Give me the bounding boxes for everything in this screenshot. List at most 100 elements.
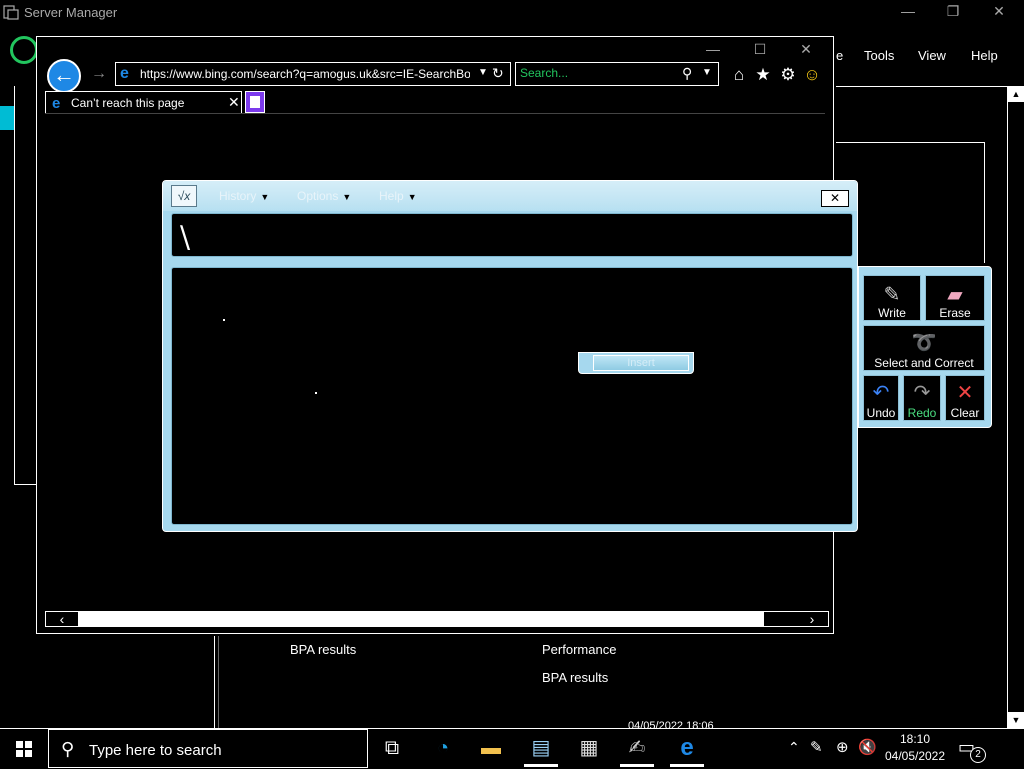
tool-label: Redo bbox=[907, 406, 937, 420]
insert-button-container: Insert bbox=[578, 352, 694, 374]
eraser-icon: ▰ bbox=[947, 284, 963, 306]
scrollbar-thumb[interactable] bbox=[78, 612, 764, 626]
calculator-icon[interactable]: ▦ bbox=[566, 729, 612, 768]
math-input-titlebar: √x History ▼ Options ▼ Help ▼ ✕ bbox=[163, 181, 857, 211]
erase-button[interactable]: ▰ Erase bbox=[925, 275, 985, 321]
divider bbox=[218, 636, 219, 728]
ie-page-icon: e bbox=[52, 95, 61, 112]
new-tab-button[interactable] bbox=[245, 91, 265, 113]
server-manager-icon[interactable]: ▤ bbox=[518, 729, 564, 768]
taskbar: ⚲ Type here to search ⧉ ◔ ▬ ▤ ▦ ✍ e ⌃ ✎ … bbox=[0, 728, 1024, 768]
redo-button[interactable]: ↷ Redo bbox=[903, 375, 941, 421]
menu-label: Help bbox=[379, 189, 404, 203]
chevron-down-icon[interactable]: ▼ bbox=[478, 67, 488, 78]
scroll-down-arrow-icon[interactable]: ▼ bbox=[1008, 712, 1024, 728]
tool-label: Select and Correct bbox=[874, 356, 974, 370]
notification-count-badge: 2 bbox=[970, 747, 986, 763]
close-button[interactable]: ✕ bbox=[796, 41, 816, 58]
favorites-star-icon[interactable]: ★ bbox=[753, 65, 773, 85]
vertical-scrollbar[interactable]: ▲ ▼ bbox=[1007, 86, 1024, 728]
chevron-down-icon: ▼ bbox=[407, 192, 417, 202]
settings-gear-icon[interactable]: ⚙ bbox=[778, 65, 798, 85]
recognized-math-text: \ bbox=[180, 220, 191, 255]
select-and-correct-button[interactable]: ➰ Select and Correct bbox=[863, 325, 985, 371]
close-button[interactable]: ✕ bbox=[989, 3, 1009, 20]
back-arrow-icon[interactable]: ← bbox=[47, 59, 81, 93]
restore-button[interactable]: ❐ bbox=[943, 3, 963, 20]
scroll-left-arrow-icon[interactable]: ‹ bbox=[46, 612, 78, 626]
divider bbox=[45, 113, 825, 114]
search-icon: ⚲ bbox=[61, 739, 75, 759]
math-input-panel: √x History ▼ Options ▼ Help ▼ ✕ \ bbox=[162, 180, 858, 532]
math-input-icon[interactable]: ✍ bbox=[614, 729, 660, 768]
undo-button[interactable]: ↶ Undo bbox=[863, 375, 899, 421]
menu-help[interactable]: Help bbox=[971, 48, 998, 63]
write-button[interactable]: ✎ Write bbox=[863, 275, 921, 321]
menu-history[interactable]: History ▼ bbox=[219, 189, 269, 203]
edge-icon[interactable]: ◔ bbox=[420, 729, 466, 768]
chevron-down-icon: ▼ bbox=[342, 192, 352, 202]
chevron-up-icon[interactable]: ⌃ bbox=[788, 739, 800, 756]
ie-page-icon: e bbox=[120, 65, 129, 82]
dashboard-panel-edge bbox=[14, 86, 37, 485]
horizontal-scrollbar[interactable]: ‹ › bbox=[45, 611, 829, 627]
volume-muted-icon[interactable]: 🔇 bbox=[858, 738, 877, 756]
tile-bpa-results[interactable]: BPA results bbox=[542, 670, 608, 685]
maximize-button[interactable]: ☐ bbox=[750, 41, 770, 58]
tool-label: Write bbox=[878, 306, 906, 320]
divider bbox=[214, 636, 215, 728]
task-view-icon[interactable]: ⧉ bbox=[369, 729, 415, 768]
menu-view[interactable]: View bbox=[918, 48, 946, 63]
chevron-down-icon: ▼ bbox=[260, 192, 270, 202]
minimize-button[interactable]: — bbox=[703, 41, 723, 57]
tile-bpa-results[interactable]: BPA results bbox=[290, 642, 356, 657]
internet-explorer-icon[interactable]: e bbox=[664, 729, 710, 768]
ink-dot bbox=[315, 392, 317, 394]
menu-options[interactable]: Options ▼ bbox=[297, 189, 351, 203]
divider bbox=[836, 86, 1008, 87]
server-manager-back-icon[interactable] bbox=[10, 36, 38, 64]
ink-dot bbox=[223, 319, 225, 321]
insert-button[interactable]: Insert bbox=[593, 355, 689, 371]
lasso-icon: ➰ bbox=[911, 332, 937, 354]
start-button[interactable] bbox=[0, 729, 48, 769]
address-url[interactable]: https://www.bing.com/search?q=amogus.uk&… bbox=[140, 67, 470, 81]
writing-area[interactable] bbox=[171, 267, 853, 525]
scroll-right-arrow-icon[interactable]: › bbox=[796, 612, 828, 626]
chevron-down-icon[interactable]: ▼ bbox=[702, 67, 712, 78]
clear-button[interactable]: ✕ Clear bbox=[945, 375, 985, 421]
forward-arrow-icon[interactable]: → bbox=[91, 65, 107, 83]
dashboard-tile bbox=[836, 142, 985, 263]
close-button[interactable]: ✕ bbox=[821, 190, 849, 207]
network-icon[interactable]: ⊕ bbox=[836, 738, 849, 756]
new-tab-icon bbox=[250, 96, 260, 108]
sidebar-selected-indicator[interactable] bbox=[0, 106, 14, 130]
home-icon[interactable]: ⌂ bbox=[729, 65, 749, 85]
menu-label: History bbox=[219, 189, 257, 203]
clock-time[interactable]: 18:10 bbox=[884, 732, 946, 746]
taskbar-search-box[interactable]: ⚲ Type here to search bbox=[48, 729, 368, 768]
close-icon[interactable]: ✕ bbox=[228, 94, 240, 111]
tile-performance[interactable]: Performance bbox=[542, 642, 616, 657]
menu-help[interactable]: Help ▼ bbox=[379, 189, 417, 203]
tab-cant-reach-page[interactable]: e Can’t reach this page ✕ bbox=[45, 91, 242, 113]
menu-manage-partial[interactable]: e bbox=[836, 48, 843, 63]
search-input[interactable] bbox=[520, 66, 670, 80]
file-explorer-icon[interactable]: ▬ bbox=[468, 729, 514, 768]
refresh-icon[interactable]: ↻ bbox=[492, 65, 504, 82]
minimize-button[interactable]: — bbox=[898, 3, 918, 19]
address-bar[interactable]: e https://www.bing.com/search?q=amogus.u… bbox=[115, 62, 511, 86]
undo-icon: ↶ bbox=[872, 382, 890, 404]
tile-timestamp: 04/05/2022 18:06 bbox=[628, 720, 714, 728]
clock-date[interactable]: 04/05/2022 bbox=[884, 749, 946, 763]
search-icon[interactable]: ⚲ bbox=[682, 65, 692, 82]
search-placeholder: Type here to search bbox=[89, 742, 222, 759]
pen-tray-icon[interactable]: ✎ bbox=[810, 738, 823, 756]
menu-label: Options bbox=[297, 189, 339, 203]
menu-tools[interactable]: Tools bbox=[864, 48, 894, 63]
search-box[interactable]: ⚲ ▼ bbox=[515, 62, 719, 86]
math-preview-area: \ bbox=[171, 213, 853, 257]
feedback-smiley-icon[interactable]: ☺ bbox=[802, 65, 822, 85]
scroll-up-arrow-icon[interactable]: ▲ bbox=[1008, 86, 1024, 102]
tab-label: Can’t reach this page bbox=[71, 96, 185, 110]
